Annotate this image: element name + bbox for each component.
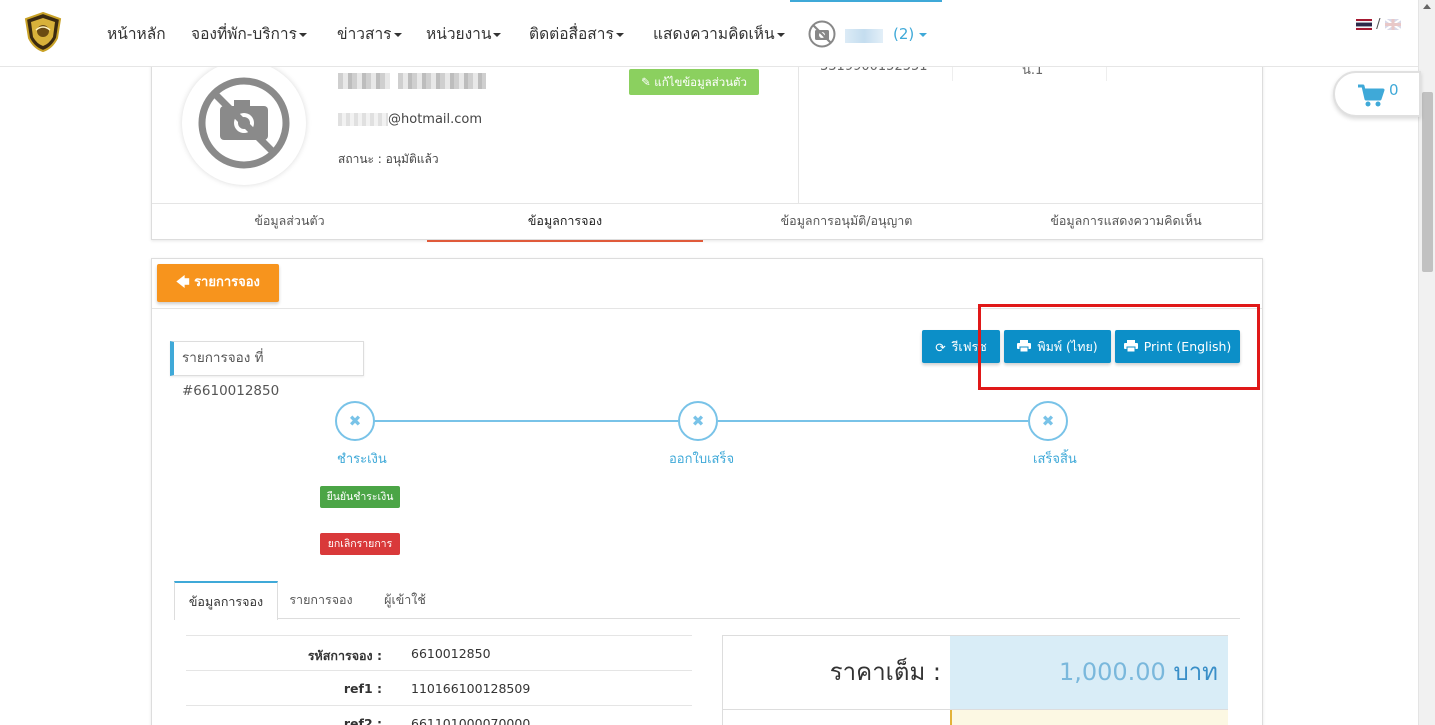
thai-flag-icon[interactable] bbox=[1356, 19, 1372, 30]
tab-booking-info[interactable]: ข้อมูลการจอง bbox=[427, 204, 703, 242]
full-price-box: ราคาเต็ม : 1,000.00 บาท bbox=[722, 635, 1228, 710]
user-menu[interactable]: (2) bbox=[790, 0, 942, 67]
navbar: หน้าหลัก จองที่พัก-บริการ ข่าวสาร หน่วยง… bbox=[0, 0, 1418, 67]
cancel-booking-button[interactable]: ยกเลิกรายการ bbox=[320, 533, 400, 555]
caret-down-icon bbox=[615, 32, 624, 37]
info-row-ref2: ref2 : 661101000070000 bbox=[186, 705, 692, 725]
tab-approval-info[interactable]: ข้อมูลการอนุมัติ/อนุญาต bbox=[703, 204, 990, 242]
step-complete-x-icon: ✖ bbox=[1028, 401, 1068, 441]
caret-down-icon bbox=[919, 33, 927, 37]
price-row-next bbox=[722, 710, 1228, 725]
info-row-booking-code: รหัสการจอง : 6610012850 bbox=[186, 635, 692, 670]
edit-icon: ✎ bbox=[641, 75, 651, 89]
tab-booking-details[interactable]: ข้อมูลการจอง bbox=[174, 581, 278, 620]
site-logo[interactable] bbox=[24, 11, 62, 53]
step-receipt-label: ออกใบเสร็จ bbox=[669, 452, 735, 467]
step-connector bbox=[718, 420, 1028, 422]
profile-tabs: ข้อมูลส่วนตัว ข้อมูลการจอง ข้อมูลการอนุม… bbox=[152, 203, 1262, 242]
english-flag-icon[interactable] bbox=[1384, 18, 1402, 31]
profile-status: สถานะ : อนุมัติแล้ว bbox=[338, 152, 439, 166]
tab-booking-items[interactable]: รายการจอง bbox=[280, 581, 362, 619]
language-separator: / bbox=[1376, 17, 1381, 32]
caret-down-icon bbox=[776, 32, 785, 37]
nav-agencies[interactable]: หน่วยงาน bbox=[426, 21, 502, 46]
cart-button[interactable]: 0 bbox=[1333, 71, 1421, 117]
nav-home[interactable]: หน้าหลัก bbox=[107, 21, 166, 46]
profile-name-blurred bbox=[338, 73, 390, 89]
full-price-label: ราคาเต็ม : bbox=[829, 658, 941, 686]
tab-users[interactable]: ผู้เข้าใช้ bbox=[364, 581, 446, 619]
booking-detail-tabs: ข้อมูลการจอง รายการจอง ผู้เข้าใช้ bbox=[174, 581, 1240, 620]
shopping-cart-icon bbox=[1357, 84, 1385, 108]
profile-surname-blurred bbox=[398, 73, 486, 89]
full-price-value: 1,000.00 บาท bbox=[950, 636, 1228, 709]
info-row-ref1: ref1 : 110166100128509 bbox=[186, 670, 692, 705]
user-name-blurred bbox=[845, 29, 883, 43]
no-photo-icon bbox=[198, 77, 290, 169]
cart-count: 0 bbox=[1389, 81, 1399, 99]
nav-booking[interactable]: จองที่พัก-บริการ bbox=[191, 21, 307, 46]
step-connector bbox=[374, 420, 678, 422]
nav-feedback[interactable]: แสดงความคิดเห็น bbox=[653, 21, 785, 46]
caret-down-icon bbox=[493, 32, 502, 37]
language-switcher: / bbox=[1356, 17, 1402, 32]
scroll-thumb[interactable] bbox=[1422, 92, 1433, 272]
arrow-left-icon: 🡄 bbox=[176, 275, 190, 290]
booking-card: 🡄 รายการจอง รายการจอง ที่ #6610012850 ⟳ ร… bbox=[151, 258, 1263, 725]
edit-profile-button[interactable]: ✎ แก้ไขข้อมูลส่วนตัว bbox=[629, 69, 759, 95]
booking-number-title: รายการจอง ที่ #6610012850 bbox=[170, 341, 364, 399]
highlight-annotation-box bbox=[978, 304, 1260, 390]
refresh-icon: ⟳ bbox=[935, 340, 946, 355]
scroll-up-arrow-icon[interactable] bbox=[1423, 4, 1431, 9]
caret-down-icon bbox=[298, 32, 307, 37]
no-photo-icon bbox=[808, 20, 836, 48]
back-to-bookings-button[interactable]: 🡄 รายการจอง bbox=[157, 264, 279, 302]
confirm-payment-button[interactable]: ยืนยันชำระเงิน bbox=[320, 486, 400, 508]
step-payment-label: ชำระเงิน bbox=[337, 452, 387, 467]
step-receipt-x-icon: ✖ bbox=[678, 401, 718, 441]
profile-avatar bbox=[182, 61, 306, 185]
step-payment-x-icon: ✖ bbox=[335, 401, 375, 441]
nav-news[interactable]: ข่าวสาร bbox=[337, 21, 402, 46]
nav-contact[interactable]: ติดต่อสื่อสาร bbox=[529, 21, 624, 46]
profile-email: @hotmail.com bbox=[338, 112, 482, 127]
caret-down-icon bbox=[393, 32, 402, 37]
tab-feedback-info[interactable]: ข้อมูลการแสดงความคิดเห็น bbox=[990, 204, 1262, 242]
step-complete-label: เสร็จสิ้น bbox=[1033, 452, 1077, 467]
user-notification-count: (2) bbox=[893, 25, 915, 43]
tab-personal-info[interactable]: ข้อมูลส่วนตัว bbox=[152, 204, 427, 242]
